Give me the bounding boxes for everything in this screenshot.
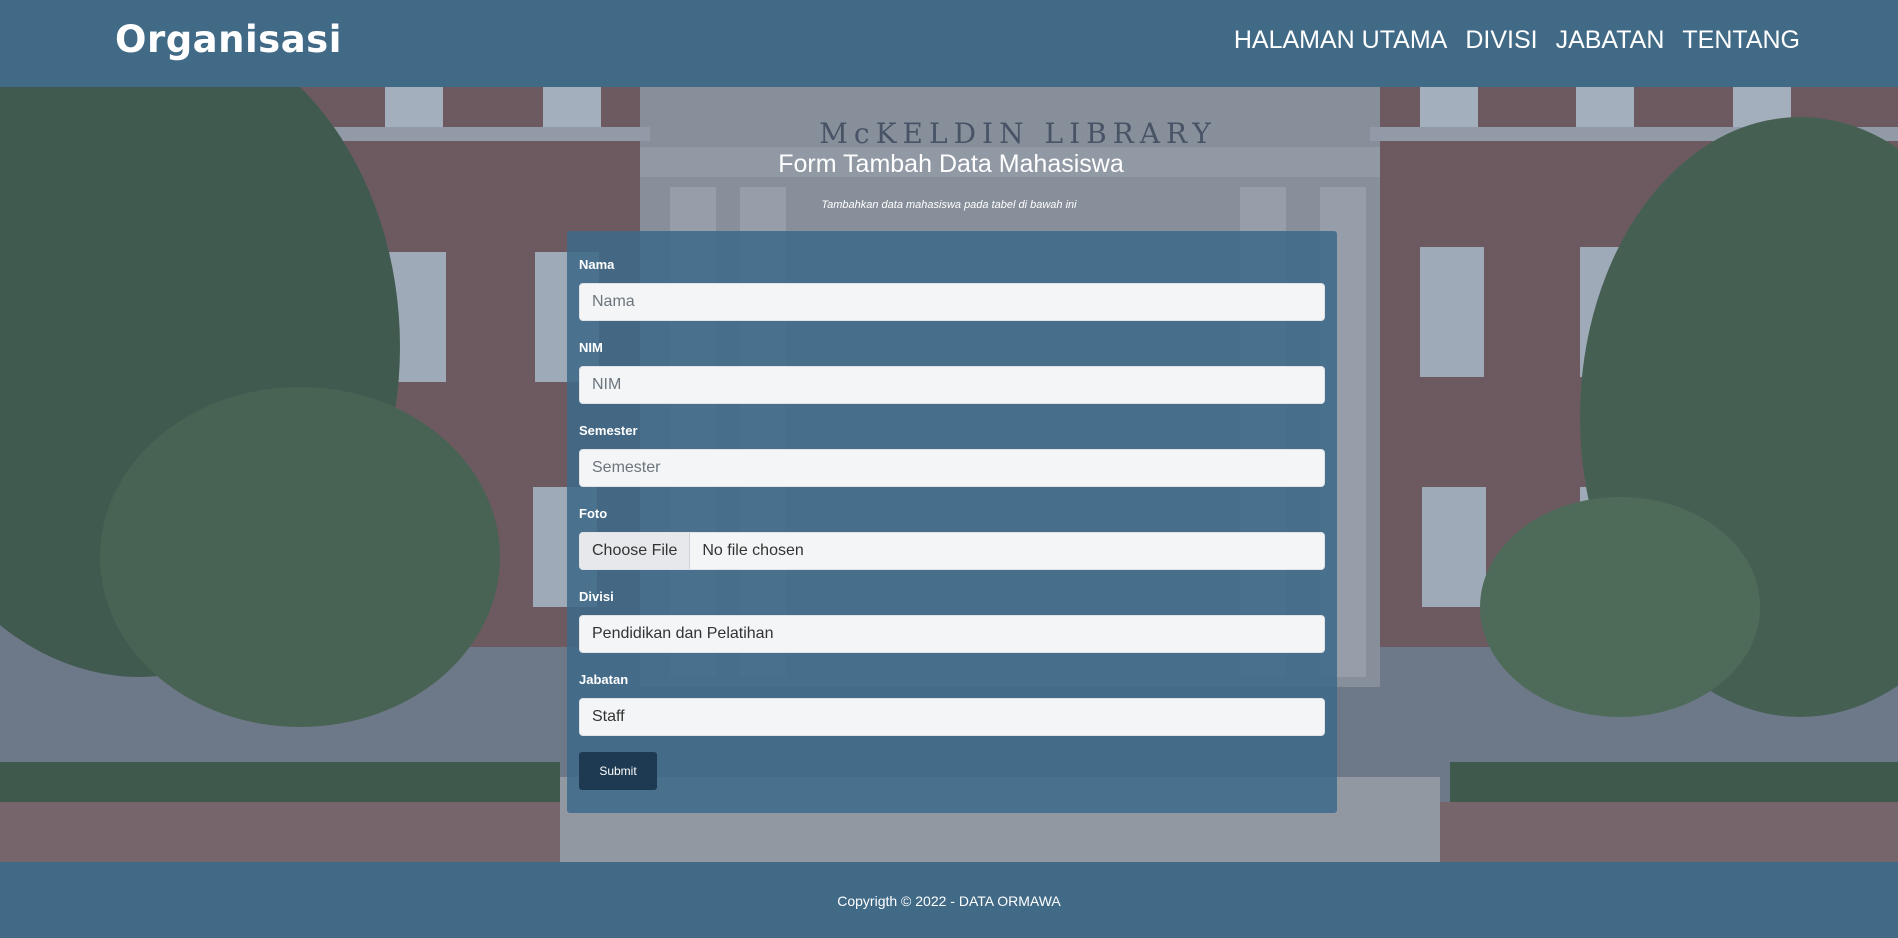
foto-label: Foto bbox=[579, 506, 608, 521]
brand-logo[interactable]: Organisasi bbox=[115, 18, 342, 61]
jabatan-select[interactable]: Staff bbox=[579, 698, 1325, 736]
divisi-label: Divisi bbox=[579, 589, 614, 604]
foto-file-input[interactable]: Choose File No file chosen bbox=[579, 532, 1325, 570]
student-form: Nama NIM Semester Foto Choose File No fi… bbox=[567, 231, 1337, 813]
nav-link-divisi[interactable]: DIVISI bbox=[1465, 26, 1537, 55]
page-subtitle: Tambahkan data mahasiswa pada tabel di b… bbox=[821, 199, 1077, 211]
nav-links: HALAMAN UTAMA DIVISI JABATAN TENTANG bbox=[1234, 26, 1800, 55]
divisi-select[interactable]: Pendidikan dan Pelatihan bbox=[579, 615, 1325, 653]
nama-label: Nama bbox=[579, 257, 615, 272]
submit-button[interactable]: Submit bbox=[579, 752, 657, 790]
footer: Copyrigth © 2022 - DATA ORMAWA bbox=[0, 862, 1898, 938]
semester-label: Semester bbox=[579, 423, 638, 438]
file-status-text: No file chosen bbox=[702, 542, 804, 559]
divisi-selected-value: Pendidikan dan Pelatihan bbox=[592, 625, 774, 642]
choose-file-button[interactable]: Choose File bbox=[580, 533, 691, 569]
navbar: Organisasi HALAMAN UTAMA DIVISI JABATAN … bbox=[0, 0, 1898, 87]
jabatan-label: Jabatan bbox=[579, 672, 629, 687]
nim-input[interactable] bbox=[579, 366, 1325, 404]
nav-link-halaman-utama[interactable]: HALAMAN UTAMA bbox=[1234, 26, 1447, 55]
jabatan-selected-value: Staff bbox=[592, 708, 625, 725]
nav-link-jabatan[interactable]: JABATAN bbox=[1556, 26, 1665, 55]
nim-label: NIM bbox=[579, 340, 603, 355]
semester-input[interactable] bbox=[579, 449, 1325, 487]
footer-copyright: Copyrigth © 2022 - DATA ORMAWA bbox=[837, 893, 1061, 909]
page-title: Form Tambah Data Mahasiswa bbox=[778, 150, 1124, 178]
nama-input[interactable] bbox=[579, 283, 1325, 321]
nav-link-tentang[interactable]: TENTANG bbox=[1682, 26, 1800, 55]
